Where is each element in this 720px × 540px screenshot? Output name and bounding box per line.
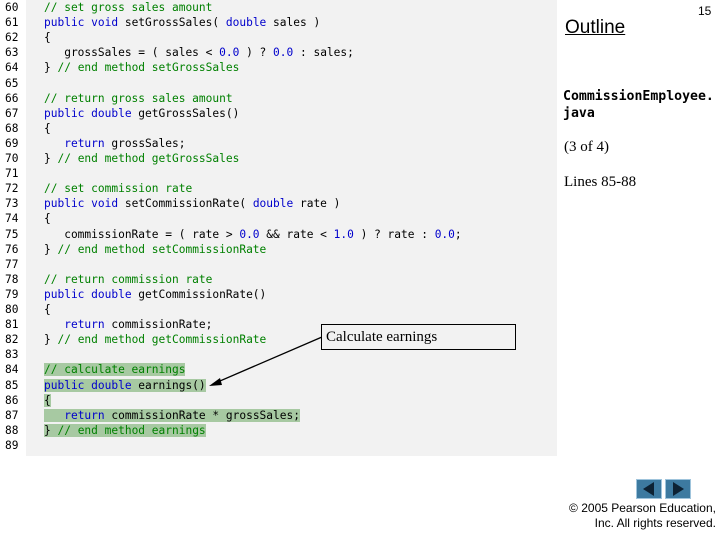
- right-triangle-icon: [673, 482, 684, 496]
- callout-arrow-head: [209, 378, 222, 386]
- next-slide-button[interactable]: [665, 479, 691, 499]
- callout-arrow: [209, 336, 323, 386]
- previous-slide-button[interactable]: [636, 479, 662, 499]
- left-triangle-icon: [643, 482, 654, 496]
- copyright-line-1: © 2005 Pearson Education,: [569, 501, 716, 515]
- callout-arrow-line: [212, 336, 323, 385]
- copyright-notice: © 2005 Pearson Education, Inc. All right…: [560, 501, 716, 531]
- copyright-line-2: Inc. All rights reserved.: [594, 516, 716, 530]
- callout-box: Calculate earnings: [321, 324, 516, 350]
